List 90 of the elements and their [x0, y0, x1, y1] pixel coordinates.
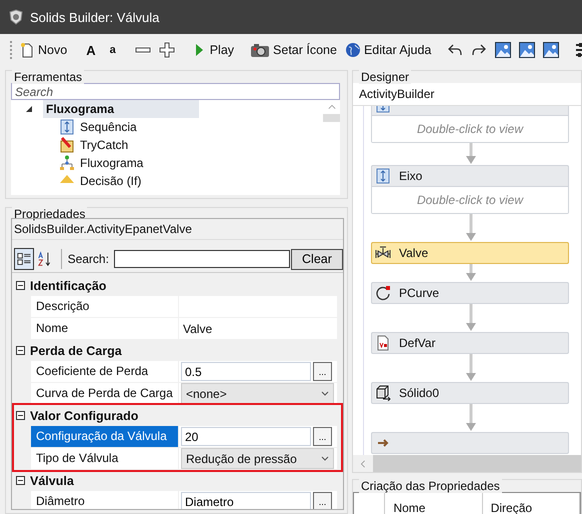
- group-title: Designer: [359, 70, 412, 84]
- flow-arrow: [465, 354, 477, 382]
- category-label: Identificação: [30, 278, 106, 292]
- group-title: Propriedades: [12, 207, 88, 221]
- property-name[interactable]: Configuração da Válvula: [31, 426, 179, 447]
- toolbar-button[interactable]: Setar Ícone: [247, 38, 340, 62]
- node-title: Eixo: [399, 169, 422, 183]
- ellipsis-button[interactable]: ...: [313, 492, 332, 509]
- activity-node[interactable]: DefVar: [371, 332, 569, 354]
- font-size-button[interactable]: a: [104, 38, 122, 62]
- clear-button[interactable]: Clear: [290, 248, 343, 270]
- breadcrumb-bar: ActivityBuilder: [353, 83, 581, 106]
- category-label: Perda de Carga: [30, 344, 122, 358]
- group-title: Criação das Propriedades: [359, 479, 502, 493]
- node-title: Sólido0: [399, 386, 440, 400]
- node-title: Valve: [399, 246, 428, 260]
- toolbar-button[interactable]: Novo: [16, 38, 70, 62]
- flow-arrow: [465, 304, 477, 332]
- activity-node[interactable]: Valve: [371, 242, 569, 264]
- flow-arrow: [465, 143, 477, 165]
- node-title: PCurve: [399, 286, 440, 300]
- property-value-field[interactable]: Diametro: [181, 492, 311, 509]
- ellipsis-button[interactable]: ...: [313, 362, 332, 381]
- ellipsis-button[interactable]: ...: [313, 427, 332, 446]
- search-field[interactable]: Search: [11, 83, 340, 100]
- globe-icon: [344, 42, 361, 58]
- node-title: DefVar: [399, 336, 436, 350]
- chevron-down-icon: [321, 391, 329, 396]
- category-label: Válvula: [30, 474, 74, 488]
- trycatch-icon: [59, 137, 75, 153]
- image-icon: [519, 42, 536, 58]
- cube-icon: [375, 385, 391, 401]
- property-name[interactable]: Tipo de Válvula: [31, 448, 179, 469]
- property-value-field[interactable]: 20: [181, 427, 311, 446]
- sequence-icon: [59, 119, 75, 135]
- flowchart-icon: [59, 155, 75, 171]
- property-name[interactable]: Diâmetro: [31, 491, 179, 509]
- toolbar-button[interactable]: Editar Ajuda: [342, 38, 434, 62]
- plus-icon: [158, 42, 175, 58]
- property-name[interactable]: Nome: [31, 318, 179, 339]
- property-name[interactable]: Curva de Perda de Carga: [31, 383, 179, 404]
- object-type-label: SolidsBuilder.ActivityEpanetValve: [12, 219, 343, 240]
- sequence-icon: [375, 168, 391, 184]
- category-label: Valor Configurado: [30, 408, 138, 422]
- column-header[interactable]: Nome: [385, 493, 483, 514]
- activity-node[interactable]: Eixo Double-click to view: [371, 165, 569, 214]
- image-icon: [543, 42, 560, 58]
- collapse-icon[interactable]: [16, 411, 25, 420]
- undo-icon: [447, 42, 464, 58]
- camera-icon: [250, 42, 270, 58]
- flow-arrow: [465, 264, 477, 282]
- search-label: Search:: [68, 252, 109, 266]
- activity-node[interactable]: PCurve: [371, 282, 569, 304]
- new-document-icon: [19, 42, 35, 58]
- valve-icon: [375, 245, 391, 261]
- tree-item[interactable]: TryCatch: [80, 138, 128, 152]
- circle-icon: [375, 285, 391, 301]
- window-title: Solids Builder: Válvula: [30, 10, 160, 24]
- font-size-button[interactable]: A: [80, 38, 102, 62]
- property-name[interactable]: Coeficiente de Perda: [31, 361, 179, 382]
- chevron-down-icon: [321, 456, 329, 461]
- flow-arrow: [465, 214, 477, 242]
- collapse-icon[interactable]: [16, 346, 25, 355]
- categorized-view-icon[interactable]: [14, 248, 34, 270]
- flow-arrow: [465, 404, 477, 432]
- toolbar-button[interactable]: Play: [188, 38, 238, 62]
- activity-node[interactable]: [371, 432, 569, 454]
- collapse-icon[interactable]: [16, 281, 25, 290]
- image-icon: [495, 42, 512, 58]
- activity-node[interactable]: Double-click to view: [371, 106, 569, 143]
- tree-item[interactable]: Fluxograma: [80, 156, 144, 170]
- tree-item[interactable]: Sequência: [80, 120, 137, 134]
- property-search-field[interactable]: [114, 250, 290, 268]
- activity-node[interactable]: Sólido0: [371, 382, 569, 404]
- app-icon: [8, 9, 24, 25]
- tree-item[interactable]: Decisão (If): [80, 174, 142, 188]
- collapse-icon[interactable]: [16, 476, 25, 485]
- variable-document-icon: [375, 335, 391, 351]
- redo-icon: [471, 42, 488, 58]
- group-title: Ferramentas: [12, 70, 84, 84]
- property-dropdown[interactable]: <none>: [181, 383, 334, 404]
- property-value-field[interactable]: 0.5: [181, 362, 311, 381]
- expand-triangle-icon[interactable]: [25, 105, 33, 113]
- node-hint: Double-click to view: [372, 186, 568, 213]
- scroll-up-icon[interactable]: [328, 103, 336, 111]
- tree-category[interactable]: Fluxograma: [43, 100, 199, 118]
- property-value: Valve: [182, 322, 212, 336]
- node-hint: Double-click to view: [372, 115, 568, 142]
- property-dropdown[interactable]: Redução de pressão: [181, 448, 334, 469]
- scroll-thumb[interactable]: [323, 114, 340, 122]
